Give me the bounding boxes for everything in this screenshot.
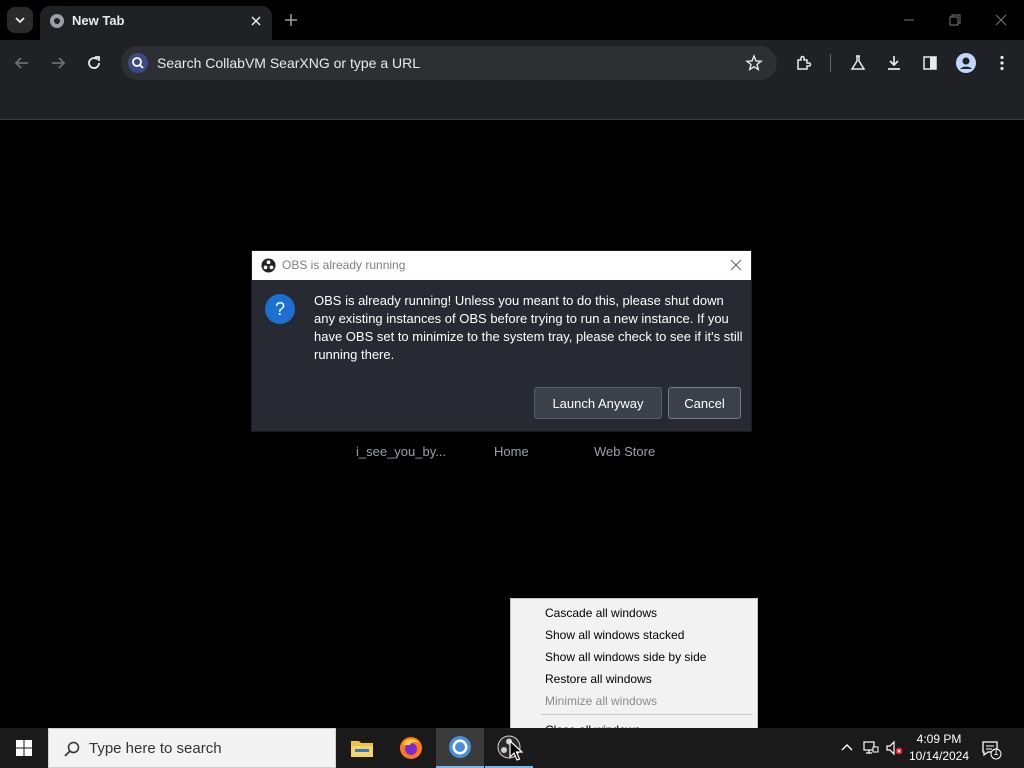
chevron-up-icon[interactable] bbox=[838, 739, 856, 757]
folder-icon bbox=[351, 741, 373, 757]
window-close-icon[interactable] bbox=[993, 12, 1009, 28]
taskbar-clock[interactable]: 4:09 PM 10/14/2024 bbox=[906, 731, 972, 765]
firefox-icon bbox=[400, 737, 422, 759]
start-button[interactable] bbox=[0, 728, 48, 768]
close-icon[interactable] bbox=[729, 258, 743, 272]
bookmark-star-icon[interactable] bbox=[745, 54, 763, 72]
tab-strip: New Tab bbox=[0, 0, 1024, 40]
menu-item-minimize: Minimize all windows bbox=[545, 694, 658, 708]
chevron-down-icon bbox=[15, 17, 25, 24]
globe-icon bbox=[50, 14, 64, 28]
taskbar-app-file-explorer[interactable] bbox=[338, 728, 386, 768]
restore-icon[interactable] bbox=[947, 12, 963, 28]
taskbar-search-placeholder: Type here to search bbox=[89, 740, 222, 757]
taskbar-app-firefox[interactable] bbox=[387, 728, 435, 768]
clock-date: 10/14/2024 bbox=[908, 749, 970, 763]
menu-dots-icon[interactable] bbox=[993, 54, 1011, 72]
clock-time: 4:09 PM bbox=[916, 732, 962, 746]
launch-anyway-button[interactable]: Launch Anyway bbox=[534, 387, 662, 419]
download-icon[interactable] bbox=[885, 54, 903, 72]
search-icon bbox=[64, 741, 80, 757]
tab-search-button[interactable] bbox=[7, 7, 33, 33]
new-tab-plus-icon[interactable] bbox=[283, 12, 299, 28]
notification-center-button[interactable]: 1 bbox=[980, 738, 1002, 760]
notification-count: 1 bbox=[993, 747, 999, 757]
labs-flask-icon[interactable] bbox=[849, 54, 867, 72]
extensions-icon[interactable] bbox=[795, 54, 813, 72]
obs-logo-icon bbox=[261, 258, 276, 273]
toolbar-separator bbox=[830, 54, 831, 72]
mouse-cursor-icon bbox=[509, 740, 523, 761]
taskbar-context-menu: Cascade all windows Show all windows sta… bbox=[510, 598, 758, 743]
shortcut-item[interactable]: i_see_you_by... bbox=[356, 444, 446, 459]
chrome-icon bbox=[449, 736, 471, 758]
svg-text:?: ? bbox=[275, 299, 285, 319]
network-icon[interactable] bbox=[862, 739, 880, 757]
forward-arrow-icon[interactable] bbox=[49, 54, 67, 72]
tab-new-tab[interactable]: New Tab bbox=[40, 6, 272, 40]
menu-separator bbox=[541, 714, 753, 715]
menu-item-stacked[interactable]: Show all windows stacked bbox=[545, 628, 684, 642]
back-arrow-icon[interactable] bbox=[13, 54, 31, 72]
omnibox[interactable]: Search CollabVM SearXNG or type a URL bbox=[121, 46, 777, 80]
bookmark-bar bbox=[0, 86, 1024, 120]
taskbar-search-box[interactable]: Type here to search bbox=[48, 728, 336, 768]
obs-dialog: OBS is already running ? OBS is already … bbox=[251, 250, 752, 432]
volume-muted-icon[interactable] bbox=[885, 739, 903, 757]
profile-avatar-icon[interactable] bbox=[956, 53, 976, 73]
close-icon[interactable] bbox=[248, 13, 264, 29]
menu-item-side-by-side[interactable]: Show all windows side by side bbox=[545, 650, 706, 664]
minimize-icon[interactable] bbox=[901, 12, 917, 28]
taskbar-app-chrome[interactable] bbox=[436, 728, 484, 768]
shortcut-row: i_see_you_by... Home Web Store bbox=[0, 444, 1024, 464]
browser-toolbar: Search CollabVM SearXNG or type a URL bbox=[0, 40, 1024, 86]
menu-item-cascade[interactable]: Cascade all windows bbox=[545, 606, 657, 620]
dialog-message: OBS is already running! Unless you meant… bbox=[314, 293, 743, 362]
shortcut-item[interactable]: Web Store bbox=[594, 444, 655, 459]
windows-logo-icon bbox=[16, 740, 32, 756]
shortcut-item[interactable]: Home bbox=[494, 444, 529, 459]
dialog-titlebar[interactable]: OBS is already running bbox=[252, 251, 751, 280]
omnibox-placeholder: Search CollabVM SearXNG or type a URL bbox=[157, 55, 420, 71]
cancel-button[interactable]: Cancel bbox=[668, 387, 741, 419]
dialog-title: OBS is already running bbox=[282, 258, 406, 272]
tab-title: New Tab bbox=[72, 13, 125, 28]
menu-item-restore[interactable]: Restore all windows bbox=[545, 672, 652, 686]
question-icon: ? bbox=[265, 294, 295, 324]
reload-icon[interactable] bbox=[85, 54, 103, 72]
side-panel-icon[interactable] bbox=[921, 54, 939, 72]
search-engine-icon bbox=[128, 53, 148, 73]
